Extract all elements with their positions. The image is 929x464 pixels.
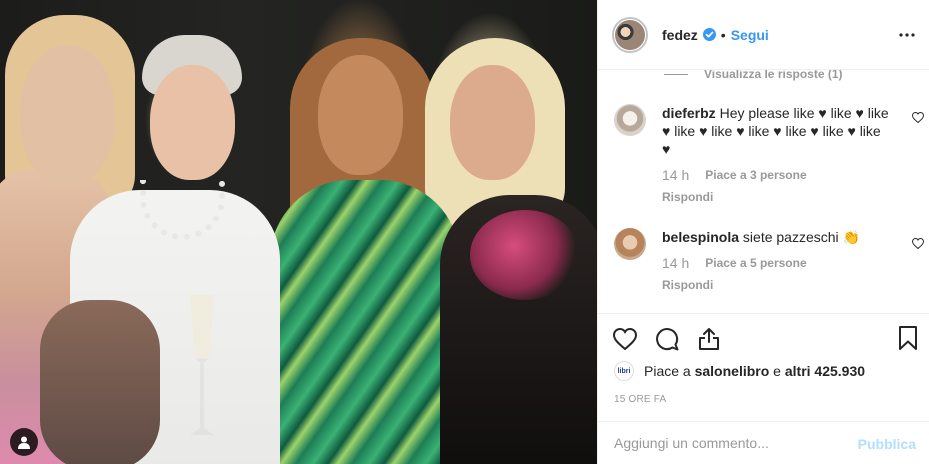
post-photo[interactable] (0, 0, 597, 464)
comment-input[interactable] (614, 435, 844, 451)
comment-item: dieferbz Hey please like ♥ like ♥ like ♥… (614, 104, 924, 206)
likes-others[interactable]: altri 425.930 (785, 363, 865, 379)
replies-divider (664, 73, 688, 75)
liker-avatar[interactable]: libri (614, 361, 634, 381)
view-replies-link[interactable]: Visualizza le risposte (1) (664, 70, 843, 81)
like-button[interactable] (612, 326, 638, 352)
likes-text: Piace a salonelibro e altri 425.930 (644, 363, 865, 379)
comment-avatar[interactable] (614, 104, 646, 136)
comment-icon (656, 328, 679, 351)
photo-person-3-face (318, 55, 403, 175)
comment-reply-button[interactable]: Rispondi (662, 276, 892, 294)
share-icon (699, 328, 719, 350)
likes-prefix: Piace a (644, 363, 691, 379)
author-avatar[interactable] (615, 19, 645, 50)
post-actions-section: libri Piace a salonelibro e altri 425.93… (598, 313, 929, 421)
author-username[interactable]: fedez (662, 27, 698, 43)
likes-middle: e (773, 363, 781, 379)
photo-person-4-face (450, 65, 535, 180)
comment-composer: Pubblica (598, 421, 929, 464)
comment-username[interactable]: belespinola (662, 229, 739, 245)
likes-summary: libri Piace a salonelibro e altri 425.93… (614, 361, 865, 381)
heart-icon (613, 328, 637, 350)
comment-likes[interactable]: Piace a 3 persone (705, 166, 806, 184)
comment-like-heart-icon[interactable] (912, 112, 924, 123)
user-tag-button[interactable] (10, 428, 38, 456)
comment-avatar[interactable] (614, 228, 646, 260)
post-timestamp[interactable]: 15 ORE FA (614, 394, 666, 405)
comment-body: belespinola siete pazzeschi 👏 14 h Piace… (662, 228, 892, 294)
comment-time[interactable]: 14 h (662, 254, 689, 272)
post-actions (612, 326, 722, 352)
photo-person-2-arm (40, 300, 160, 464)
follow-button[interactable]: Segui (731, 27, 769, 43)
liker-avatar-logo: libri (617, 367, 631, 375)
verified-badge-icon (702, 28, 716, 41)
comment-text: siete pazzeschi 👏 (742, 229, 860, 245)
comment-meta: 14 h Piace a 3 persone (662, 166, 892, 184)
likes-user[interactable]: salonelibro (695, 363, 770, 379)
comment-likes[interactable]: Piace a 5 persone (705, 254, 806, 272)
photo-person-2-face (150, 65, 235, 180)
header-separator: • (720, 26, 726, 43)
comment-username[interactable]: dieferbz (662, 105, 716, 121)
comment-time[interactable]: 14 h (662, 166, 689, 184)
publish-button[interactable]: Pubblica (858, 436, 916, 452)
photo-person-1-face (20, 45, 115, 185)
view-replies-label: Visualizza le risposte (1) (704, 70, 843, 81)
comment-meta: 14 h Piace a 5 persone (662, 254, 892, 272)
comments-list[interactable]: Visualizza le risposte (1) dieferbz Hey … (598, 70, 929, 313)
photo-flower-print (470, 210, 580, 300)
photo-person-3-dress (270, 180, 460, 464)
comment-like-heart-icon[interactable] (912, 238, 924, 249)
comment-body: dieferbz Hey please like ♥ like ♥ like ♥… (662, 104, 892, 206)
comment-item: belespinola siete pazzeschi 👏 14 h Piace… (614, 228, 924, 308)
author-avatar-ring[interactable] (612, 16, 648, 53)
more-options-icon[interactable] (898, 27, 916, 43)
comment-reply-button[interactable]: Rispondi (662, 188, 892, 206)
comment-button[interactable] (654, 326, 680, 352)
post-header: fedez • Segui (598, 0, 929, 70)
share-button[interactable] (696, 326, 722, 352)
post-side-panel: fedez • Segui Visualizza le risposte (1)… (597, 0, 929, 464)
bookmark-icon[interactable] (898, 326, 918, 350)
user-tag-icon (18, 436, 30, 449)
